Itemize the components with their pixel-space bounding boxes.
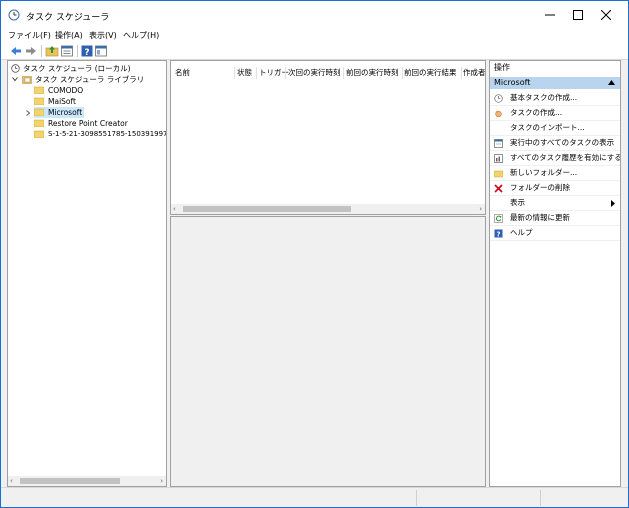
action-create-task[interactable]: タスクの作成... bbox=[490, 106, 620, 121]
minimize-button[interactable] bbox=[536, 1, 564, 29]
column-header-last-result[interactable]: 前回の実行結果 bbox=[404, 67, 457, 79]
folder-icon bbox=[34, 119, 44, 127]
column-separator[interactable] bbox=[285, 67, 286, 79]
scroll-right-icon[interactable]: › bbox=[160, 477, 163, 485]
console-tree-icon[interactable] bbox=[94, 44, 108, 58]
menu-bar: ファイル(F) 操作(A) 表示(V) ヘルプ(H) bbox=[1, 29, 628, 43]
collapse-up-icon[interactable] bbox=[608, 80, 615, 85]
tree-folder-label: MaiSoft bbox=[48, 97, 76, 106]
chevron-right-icon[interactable] bbox=[26, 110, 31, 116]
column-separator[interactable] bbox=[461, 67, 462, 79]
create-task-icon bbox=[495, 110, 502, 118]
menu-help[interactable]: ヘルプ(H) bbox=[123, 30, 159, 41]
clock-icon bbox=[11, 64, 20, 73]
actions-pane: 操作 Microsoft 基本タスクの作成... タスクの作成... タスクのイ… bbox=[489, 60, 621, 487]
action-view[interactable]: 表示 bbox=[490, 196, 620, 211]
task-scheduler-app-icon bbox=[8, 9, 20, 21]
tree-root[interactable]: タスク スケジューラ (ローカル) bbox=[11, 63, 161, 74]
action-new-folder[interactable]: 新しいフォルダー... bbox=[490, 166, 620, 181]
scroll-left-icon[interactable]: ‹ bbox=[173, 205, 176, 213]
column-separator[interactable] bbox=[256, 67, 257, 79]
column-header-next-run[interactable]: 次回の実行時刻 bbox=[288, 67, 341, 79]
column-header-status[interactable]: 状態 bbox=[237, 67, 252, 79]
tree-folder-label: S-1-5-21-3098551785-1503919972-3 bbox=[48, 130, 167, 138]
minimize-icon bbox=[545, 14, 555, 16]
task-scheduler-window: タスク スケジューラ ファイル(F) 操作(A) 表示(V) ヘルプ(H) ? … bbox=[0, 0, 629, 508]
task-detail-pane bbox=[170, 216, 486, 487]
maximize-button[interactable] bbox=[564, 1, 592, 29]
scroll-left-icon[interactable]: ‹ bbox=[10, 477, 13, 485]
column-separator[interactable] bbox=[343, 67, 344, 79]
svg-text:?: ? bbox=[496, 231, 500, 239]
back-icon[interactable] bbox=[9, 44, 23, 58]
folder-icon bbox=[34, 86, 44, 94]
action-refresh[interactable]: 最新の情報に更新 bbox=[490, 211, 620, 226]
action-help[interactable]: ? ヘルプ bbox=[490, 226, 620, 241]
folder-icon bbox=[34, 130, 44, 138]
maximize-icon bbox=[573, 10, 583, 20]
window-title: タスク スケジューラ bbox=[26, 13, 110, 23]
title-bar[interactable]: タスク スケジューラ bbox=[1, 1, 628, 29]
menu-action[interactable]: 操作(A) bbox=[55, 30, 83, 41]
tree-library[interactable]: タスク スケジューラ ライブラリ bbox=[11, 74, 161, 85]
column-header-author[interactable]: 作成者 bbox=[463, 67, 485, 79]
scroll-right-icon[interactable]: › bbox=[479, 205, 482, 213]
action-show-running[interactable]: 実行中のすべてのタスクの表示 bbox=[490, 136, 620, 151]
up-folder-icon[interactable] bbox=[45, 44, 59, 58]
library-folder-icon bbox=[22, 76, 32, 84]
chevron-down-icon[interactable] bbox=[12, 77, 18, 82]
tree-folder-item[interactable]: S-1-5-21-3098551785-1503919972-3 bbox=[34, 129, 166, 140]
console-tree[interactable]: タスク スケジューラ (ローカル) タスク スケジューラ ライブラリ COMOD… bbox=[7, 60, 167, 487]
tree-horizontal-scrollbar[interactable]: ‹ › bbox=[8, 476, 166, 486]
status-separator bbox=[540, 490, 541, 506]
menu-view[interactable]: 表示(V) bbox=[89, 30, 117, 41]
forward-icon[interactable] bbox=[24, 44, 38, 58]
toolbar: ? bbox=[1, 43, 628, 60]
tree-folder-label: Microsoft bbox=[48, 108, 83, 117]
folder-icon bbox=[34, 97, 44, 105]
actions-header: 操作 bbox=[490, 61, 620, 75]
action-enable-history[interactable]: すべてのタスク履歴を有効にする bbox=[490, 151, 620, 166]
toolbar-separator bbox=[41, 45, 42, 57]
scrollbar-thumb[interactable] bbox=[183, 206, 351, 212]
tree-folder-item[interactable]: MaiSoft bbox=[34, 96, 164, 107]
action-import-task[interactable]: タスクのインポート... bbox=[490, 121, 620, 136]
status-separator bbox=[416, 490, 417, 506]
folder-icon bbox=[34, 108, 44, 116]
delete-icon bbox=[494, 184, 503, 193]
column-header-last-run[interactable]: 前回の実行時刻 bbox=[346, 67, 399, 79]
basic-task-icon bbox=[494, 94, 503, 103]
task-list-horizontal-scrollbar[interactable]: ‹ › bbox=[171, 204, 485, 214]
svg-text:?: ? bbox=[84, 48, 89, 58]
action-delete-folder[interactable]: フォルダーの削除 bbox=[490, 181, 620, 196]
action-basic-task[interactable]: 基本タスクの作成... bbox=[490, 91, 620, 106]
actions-group-label: Microsoft bbox=[494, 78, 531, 87]
tree-folder-label: COMODO bbox=[48, 86, 84, 95]
status-bar bbox=[1, 487, 628, 507]
help-icon[interactable]: ? bbox=[80, 44, 94, 58]
close-icon bbox=[601, 10, 611, 20]
help-icon: ? bbox=[494, 229, 503, 238]
menu-file[interactable]: ファイル(F) bbox=[8, 30, 51, 41]
tree-folder-label: Restore Point Creator bbox=[48, 119, 128, 128]
history-icon bbox=[494, 154, 503, 163]
actions-group-header[interactable]: Microsoft bbox=[490, 77, 620, 89]
properties-icon[interactable] bbox=[60, 44, 74, 58]
new-folder-icon bbox=[494, 170, 503, 178]
scrollbar-thumb[interactable] bbox=[20, 478, 120, 484]
task-list[interactable]: 名前 状態 トリガー 次回の実行時刻 前回の実行時刻 前回の実行結果 作成者 ‹… bbox=[170, 60, 486, 215]
tree-folder-item[interactable]: Restore Point Creator bbox=[34, 118, 164, 129]
submenu-arrow-icon bbox=[611, 200, 615, 207]
running-tasks-icon bbox=[494, 139, 503, 148]
column-header-name[interactable]: 名前 bbox=[175, 67, 190, 79]
refresh-icon bbox=[494, 214, 503, 223]
close-button[interactable] bbox=[592, 1, 620, 29]
tree-folder-item-selected[interactable]: Microsoft bbox=[34, 107, 84, 118]
column-separator[interactable] bbox=[402, 67, 403, 79]
column-separator[interactable] bbox=[234, 67, 235, 79]
tree-folder-item[interactable]: COMODO bbox=[34, 85, 164, 96]
toolbar-separator bbox=[77, 45, 78, 57]
tree-root-label: タスク スケジューラ (ローカル) bbox=[23, 64, 131, 73]
tree-library-label: タスク スケジューラ ライブラリ bbox=[35, 75, 145, 84]
